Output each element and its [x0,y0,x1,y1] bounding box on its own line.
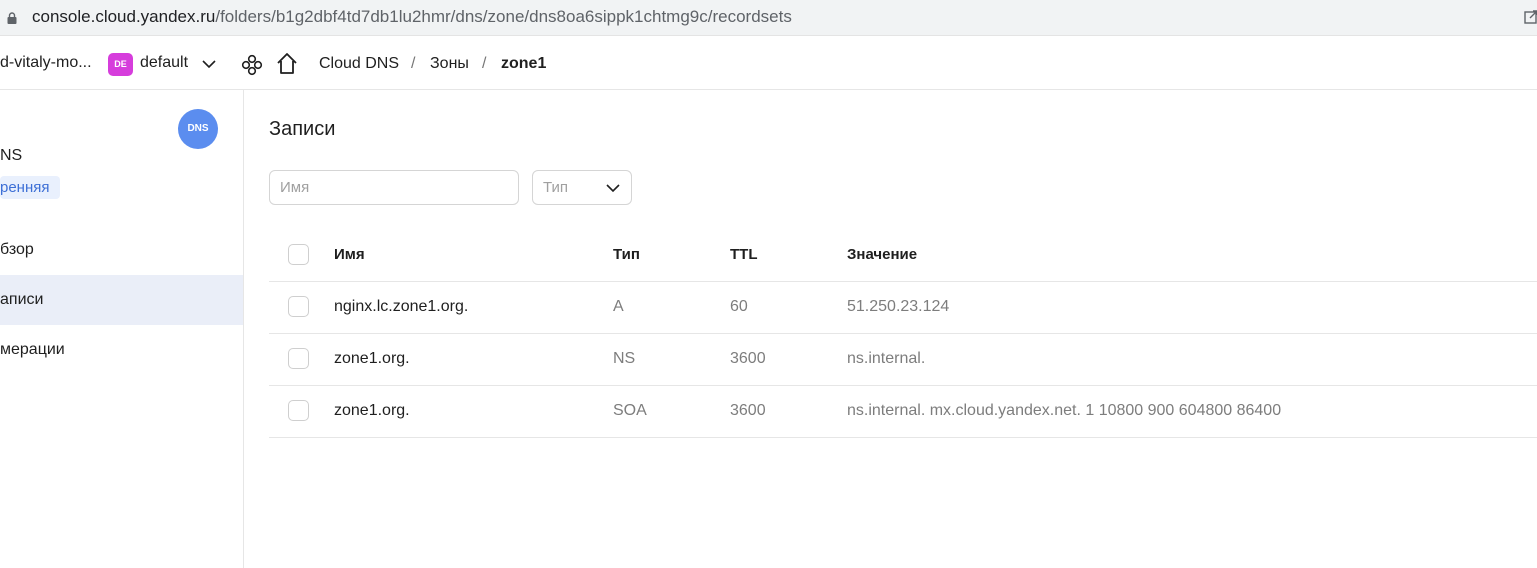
app-header: d-vitaly-mo... DE default Cloud DNS / Зо… [0,37,1537,90]
folder-badge[interactable]: DE [108,53,133,76]
services-icon[interactable] [241,54,263,76]
sidebar-item-records[interactable]: аписи [0,275,243,325]
folder-selector[interactable]: default [140,54,188,72]
share-icon[interactable] [1524,9,1537,25]
record-type: SOA [613,402,647,419]
record-ttl: 3600 [730,402,766,419]
row-checkbox[interactable] [288,296,309,317]
sidebar-item-label: аписи [0,291,44,308]
sidebar-item-operations[interactable]: мерации [0,325,243,375]
breadcrumb-separator: / [411,55,416,72]
sidebar-item-overview[interactable]: бзор [0,225,243,275]
chevron-down-icon[interactable] [201,58,217,70]
record-name: zone1.org. [334,402,410,419]
name-filter-input[interactable] [269,170,519,205]
record-ttl: 60 [730,298,748,315]
address-bar[interactable]: console.cloud.yandex.ru/folders/b1g2dbf4… [0,0,1537,36]
record-name: nginx.lc.zone1.org. [334,298,469,315]
record-name: zone1.org. [334,350,410,367]
breadcrumb-zone1: zone1 [501,55,547,72]
sidebar-item-label: мерации [0,341,65,358]
home-icon[interactable] [276,52,298,76]
select-all-checkbox[interactable] [288,244,309,265]
zone-type-tag: ренняя [0,176,60,199]
column-header-ttl[interactable]: TTL [730,246,758,263]
column-header-value[interactable]: Значение [847,246,917,263]
dns-service-logo: DNS [178,109,218,149]
cloud-selector[interactable]: d-vitaly-mo... [0,54,92,72]
url-path: /folders/b1g2dbf4td7db1lu2hmr/dns/zone/d… [215,7,792,26]
page-title: Записи [269,118,336,140]
type-filter-select[interactable]: Тип [532,170,632,205]
record-type: A [613,298,624,315]
service-title: NS [0,147,23,164]
row-checkbox[interactable] [288,348,309,369]
lock-icon [7,12,17,24]
url-text[interactable]: console.cloud.yandex.ru/folders/b1g2dbf4… [32,7,792,27]
url-host: console.cloud.yandex.ru [32,7,216,26]
record-value: 51.250.23.124 [847,298,950,315]
record-value: ns.internal. mx.cloud.yandex.net. 1 1080… [847,402,1282,419]
row-checkbox[interactable] [288,400,309,421]
table-row[interactable]: nginx.lc.zone1.org. A 60 51.250.23.124 [269,282,1537,334]
type-select-placeholder: Тип [543,179,569,196]
breadcrumb-zones[interactable]: Зоны [430,55,469,73]
table-row[interactable]: zone1.org. SOA 3600 ns.internal. mx.clou… [269,386,1537,438]
record-ttl: 3600 [730,350,766,367]
table-header: Имя Тип TTL Значение [269,229,1537,282]
sidebar-item-label: бзор [0,241,34,258]
breadcrumb-separator: / [482,55,487,72]
column-header-type[interactable]: Тип [613,246,640,263]
column-header-name[interactable]: Имя [334,246,365,263]
table-row[interactable]: zone1.org. NS 3600 ns.internal. [269,334,1537,386]
record-value: ns.internal. [847,350,926,367]
breadcrumb-cloud-dns[interactable]: Cloud DNS [319,55,399,73]
sidebar: DNS NS ренняя бзор аписи мерации [0,90,244,568]
chevron-down-icon [606,184,620,193]
record-type: NS [613,350,636,367]
